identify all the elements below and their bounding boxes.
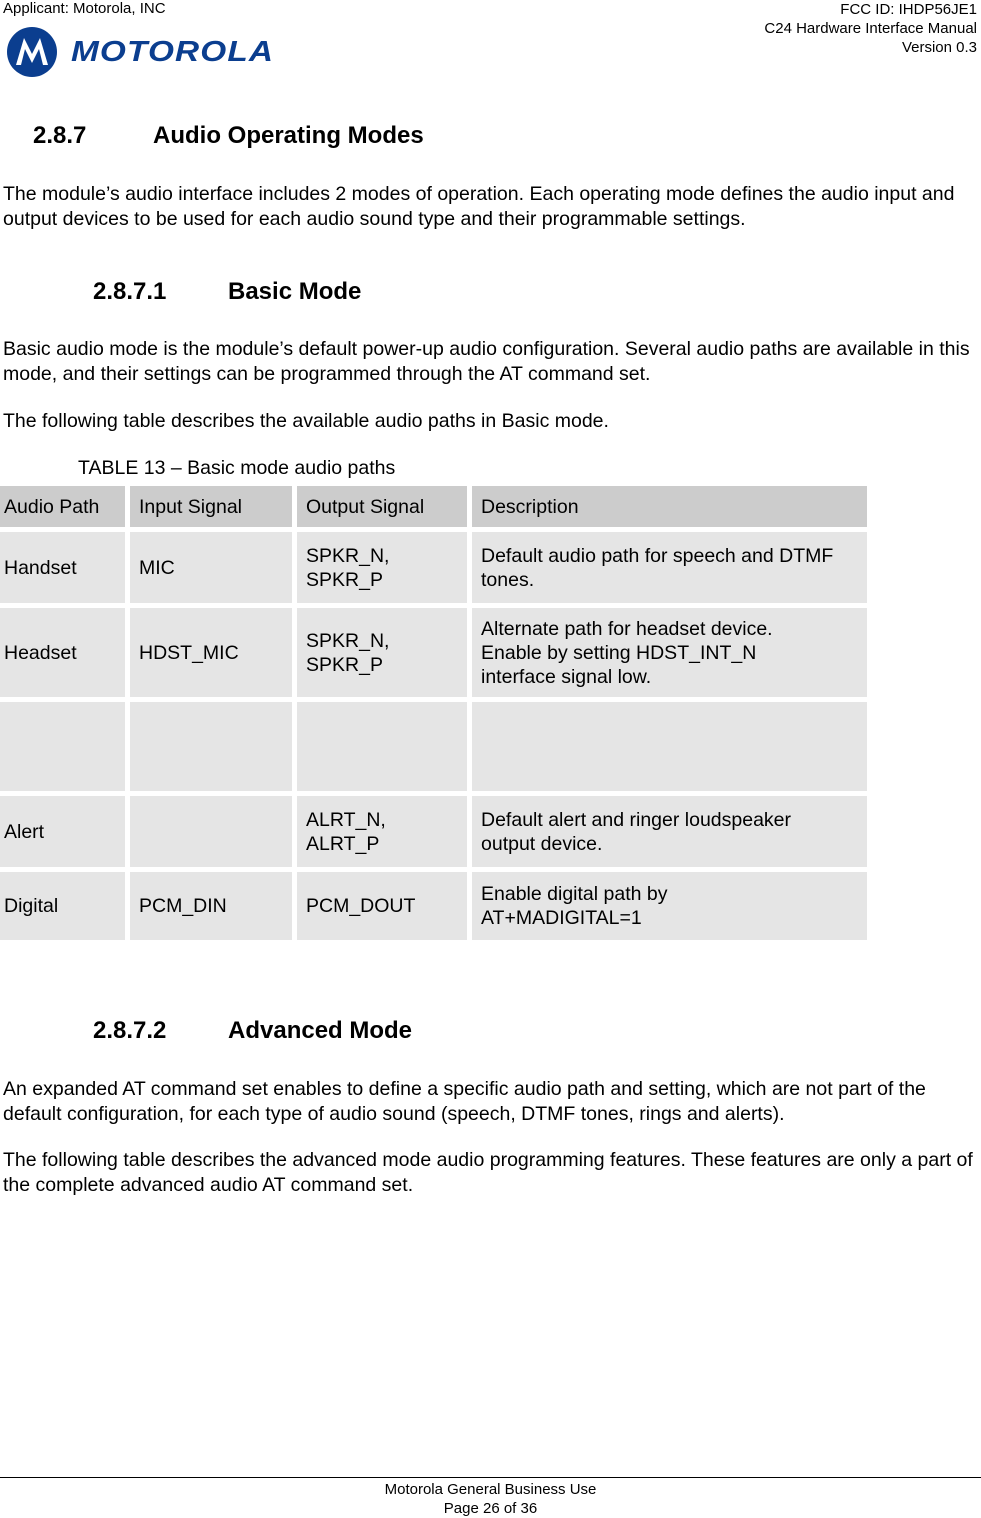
section-title: Audio Operating Modes [153, 122, 424, 149]
table-cell: PCM_DIN [130, 872, 292, 940]
version-label: Version 0.3 [901, 39, 977, 56]
basic-mode-number: 2.8.7.1 [93, 278, 167, 305]
advanced-mode-paragraph: An expanded AT command set enables to de… [3, 1078, 926, 1125]
table-row [0, 702, 867, 791]
table-caption: TABLE 13 – Basic mode audio paths [78, 457, 396, 479]
applicant-label: Applicant: Motorola, INC [3, 0, 166, 17]
table-cell: Alternate path for headset device. Enabl… [472, 608, 867, 697]
footer-divider [0, 1477, 981, 1478]
table-cell [0, 702, 125, 791]
table-cell: Handset [0, 532, 125, 603]
table-row: Handset MIC SPKR_N, SPKR_P Default audio… [0, 532, 867, 603]
column-header: Input Signal [130, 486, 292, 527]
table-cell [130, 796, 292, 867]
column-header: Audio Path [0, 486, 125, 527]
table-cell: ALRT_N, ALRT_P [297, 796, 467, 867]
basic-mode-table-intro: The following table describes the availa… [3, 410, 609, 432]
advanced-mode-table-intro: The following table describes the advanc… [3, 1149, 973, 1196]
table-header-row: Audio Path Input Signal Output Signal De… [0, 486, 867, 527]
column-header: Output Signal [297, 486, 467, 527]
table-cell: Headset [0, 608, 125, 697]
table-cell [130, 702, 292, 791]
column-header: Description [472, 486, 867, 527]
advanced-mode-title: Advanced Mode [228, 1017, 413, 1044]
table-row: Alert ALRT_N, ALRT_P Default alert and r… [0, 796, 867, 867]
section-heading: 2.8.7 Audio Operating Modes [33, 122, 424, 150]
table-cell: MIC [130, 532, 292, 603]
logo-wordmark: MOTOROLA [71, 35, 275, 68]
table-cell: Default alert and ringer loudspeaker out… [472, 796, 867, 867]
page-footer: Motorola General Business Use Page 26 of… [0, 1480, 981, 1518]
classification-label: Motorola General Business Use [384, 1481, 597, 1498]
table-cell [297, 702, 467, 791]
table-row: Digital PCM_DIN PCM_DOUT Enable digital … [0, 872, 867, 940]
basic-mode-title: Basic Mode [228, 278, 362, 305]
basic-mode-heading: 2.8.7.1 Basic Mode [93, 278, 361, 306]
table-cell: SPKR_N, SPKR_P [297, 532, 467, 603]
section-intro: The module’s audio interface includes 2 … [3, 183, 955, 230]
advanced-mode-number: 2.8.7.2 [93, 1017, 167, 1044]
document-header-info: FCC ID: IHDP56JE1 C24 Hardware Interface… [764, 0, 977, 57]
table-row: Headset HDST_MIC SPKR_N, SPKR_P Alternat… [0, 608, 867, 697]
table-cell [472, 702, 867, 791]
table-cell: HDST_MIC [130, 608, 292, 697]
table-cell: SPKR_N, SPKR_P [297, 608, 467, 697]
basic-mode-paragraph: Basic audio mode is the module’s default… [3, 338, 970, 385]
table-cell: Default audio path for speech and DTMF t… [472, 532, 867, 603]
manual-title: C24 Hardware Interface Manual [764, 20, 977, 37]
table-cell: Enable digital path by AT+MADIGITAL=1 [472, 872, 867, 940]
section-number: 2.8.7 [33, 122, 87, 149]
table-cell: PCM_DOUT [297, 872, 467, 940]
audio-paths-table: Audio Path Input Signal Output Signal De… [0, 481, 872, 945]
fcc-id: FCC ID: IHDP56JE1 [840, 1, 977, 18]
motorola-logo: MOTOROLA [7, 27, 273, 77]
table-cell: Alert [0, 796, 125, 867]
page-number: Page 26 of 36 [443, 1500, 538, 1517]
table-cell: Digital [0, 872, 125, 940]
advanced-mode-heading: 2.8.7.2 Advanced Mode [93, 1017, 412, 1045]
motorola-batwing-icon [7, 27, 57, 77]
